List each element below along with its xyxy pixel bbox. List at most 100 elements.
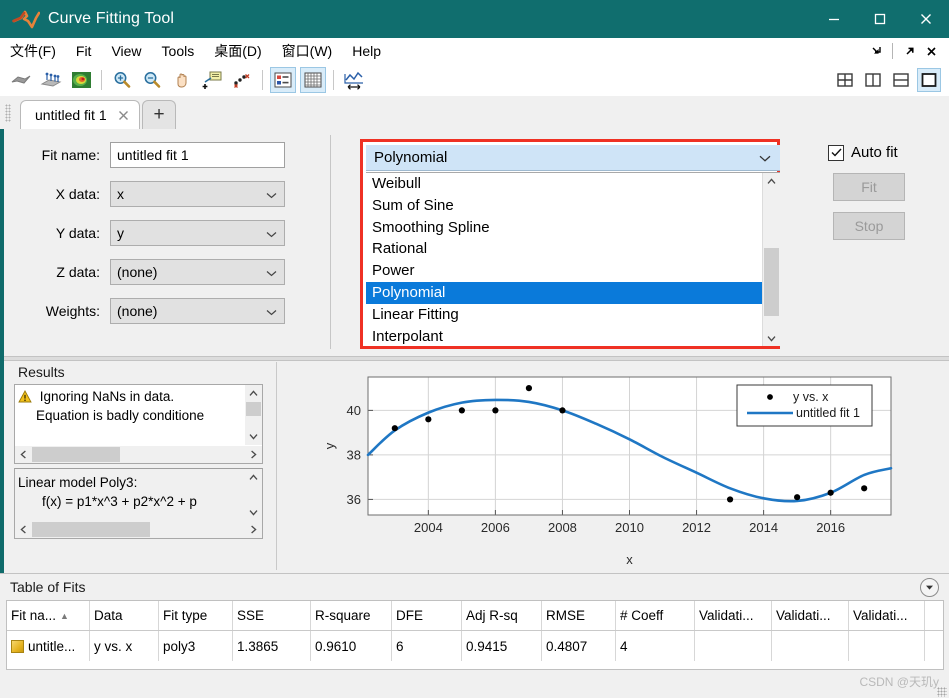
stop-button[interactable]: Stop — [833, 212, 905, 240]
fit-button[interactable]: Fit — [833, 173, 905, 201]
layout-single-icon[interactable] — [917, 68, 941, 92]
undock-arrow-icon[interactable] — [899, 41, 919, 61]
model-option-weibull[interactable]: Weibull — [366, 173, 780, 195]
column-header[interactable]: Validati... — [772, 601, 849, 630]
minimize-button[interactable] — [811, 0, 857, 38]
scroll-right-icon[interactable] — [245, 521, 262, 538]
scroll-right-icon[interactable] — [245, 446, 262, 463]
scroll-down-icon[interactable] — [245, 428, 262, 445]
resize-grip[interactable] — [937, 687, 947, 697]
x-tick-label: 2010 — [615, 520, 644, 535]
equation-vertical-scrollbar[interactable] — [245, 469, 262, 521]
column-header[interactable]: # Coeff — [616, 601, 695, 630]
maximize-button[interactable] — [857, 0, 903, 38]
scroll-up-icon[interactable] — [245, 469, 262, 486]
menubar-right-buttons — [866, 41, 949, 61]
scroll-down-icon[interactable] — [245, 504, 262, 521]
menu-desktop[interactable]: 桌面(D) — [205, 39, 270, 63]
scroll-up-icon[interactable] — [245, 385, 262, 402]
column-header[interactable]: DFE — [392, 601, 462, 630]
y-tick-label: 38 — [347, 447, 361, 462]
exclude-outliers-icon[interactable] — [229, 67, 255, 93]
column-header[interactable]: Fit na... ▲ — [7, 601, 90, 630]
model-list-scrollbar[interactable] — [762, 173, 780, 346]
model-type-dropdown[interactable]: Polynomial Weibull Sum of Sine Smoothing S… — [360, 139, 780, 349]
add-fit-tab-button[interactable]: + — [142, 100, 176, 129]
model-option-polynomial[interactable]: Polynomial — [366, 281, 780, 304]
zoom-in-icon[interactable] — [109, 67, 135, 93]
model-type-selected[interactable]: Polynomial — [366, 145, 780, 171]
panel-close-icon[interactable] — [921, 41, 941, 61]
dock-arrow-icon[interactable] — [866, 41, 886, 61]
column-header[interactable]: R-square — [311, 601, 392, 630]
model-option-power[interactable]: Power — [366, 260, 780, 282]
model-list-scroll-thumb[interactable] — [764, 248, 779, 316]
column-header[interactable]: Validati... — [695, 601, 772, 630]
results-scroll-thumb[interactable] — [246, 402, 261, 416]
results-hscroll-track[interactable] — [32, 447, 245, 462]
layout-grid-icon[interactable] — [833, 68, 857, 92]
auto-fit-row[interactable]: Auto fit — [800, 144, 940, 161]
x-data-select[interactable]: x — [110, 180, 285, 207]
layout-horizontal-icon[interactable] — [889, 68, 913, 92]
column-header[interactable]: Data — [90, 601, 159, 630]
tab-untitled-fit-1[interactable]: untitled fit 1 — [20, 100, 140, 129]
equation-hscroll-thumb[interactable] — [32, 522, 150, 537]
horizontal-splitter[interactable] — [0, 356, 949, 361]
column-header[interactable]: SSE — [233, 601, 311, 630]
model-option-interpolant[interactable]: Interpolant — [366, 326, 780, 346]
weights-label: Weights: — [45, 302, 100, 319]
equation-horizontal-scrollbar[interactable] — [15, 521, 262, 538]
layout-vertical-icon[interactable] — [861, 68, 885, 92]
model-option-rational[interactable]: Rational — [366, 238, 780, 260]
data-cursor-icon[interactable] — [199, 67, 225, 93]
results-vertical-scrollbar[interactable] — [245, 385, 262, 445]
plot-legend[interactable]: y vs. x untitled fit 1 — [736, 384, 873, 427]
menu-fit[interactable]: Fit — [67, 41, 101, 61]
table-row[interactable]: untitle... y vs. x poly3 1.3865 0.9610 6 0.941… — [7, 631, 943, 661]
menu-tools[interactable]: Tools — [153, 41, 204, 61]
scroll-left-icon[interactable] — [15, 446, 32, 463]
model-option-smoothing-spline[interactable]: Smoothing Spline — [366, 217, 780, 239]
grid-toggle-icon[interactable] — [300, 67, 326, 93]
fit-name-input[interactable]: untitled fit 1 — [110, 141, 285, 168]
table-cell-label: 0.4807 — [546, 638, 588, 654]
close-button[interactable] — [903, 0, 949, 38]
scroll-down-icon[interactable] — [763, 330, 780, 346]
menu-help[interactable]: Help — [343, 41, 390, 61]
results-equation-box: Linear model Poly3: f(x) = p1*x^3 + p2*x… — [14, 468, 263, 539]
collapse-down-icon[interactable] — [920, 578, 939, 597]
x-tick-label: 2014 — [749, 520, 778, 535]
fit-plot[interactable]: 2004 2006 2008 2010 2012 2014 2016 36 38 40 x y y vs… — [277, 362, 942, 570]
column-header[interactable]: Validati... — [849, 601, 925, 630]
menu-file[interactable]: 文件(F) — [1, 39, 65, 63]
model-option-linear-fitting[interactable]: Linear Fitting — [366, 304, 780, 326]
auto-fit-checkbox[interactable] — [828, 144, 844, 161]
results-hscroll-thumb[interactable] — [32, 447, 120, 462]
column-header[interactable]: Fit type — [159, 601, 233, 630]
legend-toggle-icon[interactable] — [270, 67, 296, 93]
zoom-out-icon[interactable] — [139, 67, 165, 93]
scroll-up-icon[interactable] — [763, 173, 780, 190]
pan-icon[interactable] — [169, 67, 195, 93]
z-data-select[interactable]: (none) — [110, 258, 285, 285]
fits-table[interactable]: Fit na... ▲ Data Fit type SSE R-square DFE Adj … — [6, 600, 944, 670]
table-cell-label: 1.3865 — [237, 638, 279, 654]
axes-limits-icon[interactable] — [341, 67, 367, 93]
column-header[interactable]: Adj R-sq — [462, 601, 542, 630]
equation-hscroll-track[interactable] — [32, 522, 245, 537]
column-header[interactable]: RMSE — [542, 601, 616, 630]
menu-window[interactable]: 窗口(W) — [273, 39, 342, 63]
weights-select[interactable]: (none) — [110, 297, 285, 324]
scroll-left-icon[interactable] — [15, 521, 32, 538]
model-option-sum-of-sine[interactable]: Sum of Sine — [366, 195, 780, 217]
contour-plot-icon[interactable] — [68, 67, 94, 93]
y-data-select[interactable]: y — [110, 219, 285, 246]
residuals-plot-icon[interactable] — [38, 67, 64, 93]
surface-plot-icon[interactable] — [8, 67, 34, 93]
menu-view[interactable]: View — [102, 41, 150, 61]
plot-panel[interactable]: 2004 2006 2008 2010 2012 2014 2016 36 38 40 x y y vs… — [276, 362, 942, 570]
results-horizontal-scrollbar[interactable] — [15, 446, 262, 463]
tab-close-icon[interactable] — [117, 108, 131, 122]
model-type-option-list[interactable]: Weibull Sum of Sine Smoothing Spline Ration… — [366, 172, 780, 346]
